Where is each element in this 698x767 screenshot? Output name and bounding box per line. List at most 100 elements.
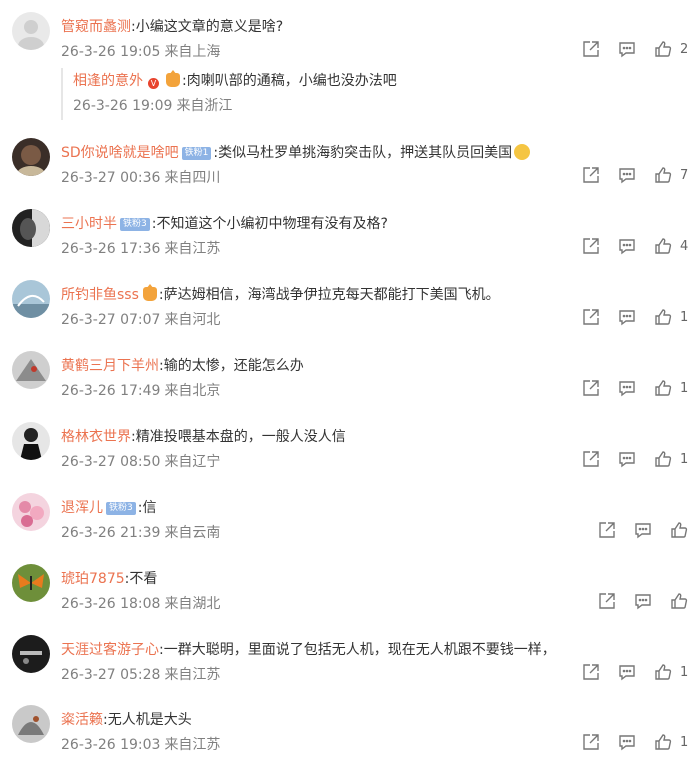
like-icon: [655, 41, 672, 57]
vip-crown-icon: [142, 284, 157, 301]
comment-button[interactable]: [618, 450, 638, 470]
avatar[interactable]: [12, 422, 50, 460]
comment-item: 格林衣世界:精准投喂基本盘的，一般人没人信 26-3-27 08:50 来自辽宁 …: [0, 422, 698, 493]
avatar[interactable]: [12, 12, 50, 50]
username-link[interactable]: 三小时半: [61, 216, 117, 232]
comment-date: 26-3-26 19:05: [61, 44, 161, 60]
comment-date: 26-3-27 07:07: [61, 312, 161, 328]
username-link[interactable]: 琥珀7875: [61, 571, 125, 587]
comment-button[interactable]: [618, 166, 638, 186]
share-button[interactable]: [582, 40, 602, 60]
like-button[interactable]: [654, 379, 674, 399]
username-link[interactable]: 黄鹤三月下羊州: [61, 358, 159, 374]
like-button[interactable]: [670, 521, 690, 541]
comment-meta: 26-3-26 17:49 来自北京: [61, 381, 220, 401]
comment-meta: 26-3-26 19:03 来自江苏: [61, 735, 220, 755]
avatar[interactable]: [12, 705, 50, 743]
comment-location: 来自河北: [164, 312, 221, 328]
comment-button[interactable]: [618, 237, 638, 257]
comment-button[interactable]: [634, 592, 654, 612]
share-button[interactable]: [582, 308, 602, 328]
comment-button[interactable]: [618, 379, 638, 399]
comment-text: :不看: [124, 571, 158, 587]
comment-text: :萨达姆相信，海湾战争伊拉克每天都能打下美国飞机。: [158, 287, 500, 303]
share-button[interactable]: [582, 379, 602, 399]
comment-location: 来自江苏: [164, 737, 221, 753]
comment-button[interactable]: [618, 733, 638, 753]
comment-meta: 26-3-27 08:50 来自辽宁: [61, 452, 220, 472]
like-count: 2: [680, 42, 689, 57]
like-icon: [671, 593, 688, 609]
comment-button[interactable]: [618, 40, 638, 60]
like-button[interactable]: [654, 450, 674, 470]
comment-location: 来自上海: [164, 44, 221, 60]
like-button[interactable]: [654, 166, 674, 186]
comment-icon: [619, 168, 635, 184]
comment-button[interactable]: [618, 663, 638, 683]
comment-meta: 26-3-27 00:36 来自四川: [61, 168, 220, 188]
like-button[interactable]: [654, 237, 674, 257]
share-icon: [599, 593, 615, 609]
like-icon: [655, 451, 672, 467]
comment-date: 26-3-27 08:50: [61, 454, 161, 470]
comment-text: :信: [137, 500, 157, 516]
share-icon: [583, 41, 599, 57]
like-button[interactable]: [654, 663, 674, 683]
share-button[interactable]: [582, 237, 602, 257]
avatar[interactable]: [12, 564, 50, 602]
username-link[interactable]: 天涯过客游子心: [61, 642, 159, 658]
like-button[interactable]: [654, 308, 674, 328]
like-button[interactable]: [654, 40, 674, 60]
like-button[interactable]: [654, 733, 674, 753]
share-button[interactable]: [598, 592, 618, 612]
comment-item: 所钓非鱼sss :萨达姆相信，海湾战争伊拉克每天都能打下美国飞机。 26-3-27…: [0, 280, 698, 351]
username-link[interactable]: 所钓非鱼sss: [61, 287, 139, 303]
username-link[interactable]: 管窥而蠡测: [61, 19, 131, 35]
comment-location: 来自辽宁: [164, 454, 221, 470]
comment-icon: [619, 239, 635, 255]
avatar[interactable]: [12, 209, 50, 247]
comment-location: 来自四川: [164, 170, 221, 186]
username-link[interactable]: 粢活籁: [61, 712, 103, 728]
share-icon: [583, 309, 599, 325]
share-button[interactable]: [582, 663, 602, 683]
fan-badge: 铁粉1: [181, 147, 212, 160]
comment-location: 来自云南: [164, 525, 221, 541]
share-icon: [583, 380, 599, 396]
emoji-icon: [514, 144, 531, 160]
comment-button[interactable]: [634, 521, 654, 541]
like-button[interactable]: [670, 592, 690, 612]
vip-crown-icon: [166, 70, 180, 87]
avatar[interactable]: [12, 138, 50, 176]
comment-text: :一群大聪明，里面说了包括无人机，现在无人机跟不要钱一样，: [159, 642, 556, 658]
comment-meta: 26-3-27 05:28 来自江苏: [61, 665, 220, 685]
avatar[interactable]: [12, 280, 50, 318]
comment-item: 黄鹤三月下羊州:输的太惨，还能怎么办 26-3-26 17:49 来自北京 1: [0, 351, 698, 422]
comment-button[interactable]: [618, 308, 638, 328]
comment-location: 来自江苏: [164, 241, 221, 257]
comment-date: 26-3-26 19:03: [61, 737, 161, 753]
reply-username-link[interactable]: 相逢的意外: [73, 73, 143, 89]
fan-badge: 铁粉3: [120, 218, 150, 231]
comment-location: 来自湖北: [164, 596, 221, 612]
avatar[interactable]: [12, 493, 50, 531]
username-link[interactable]: 退浑儿: [61, 500, 103, 516]
comment-item: 退浑儿 铁粉3:信 26-3-26 21:39 来自云南: [0, 493, 698, 564]
comment-meta: 26-3-26 21:39 来自云南: [61, 523, 220, 543]
comment-item: 三小时半 铁粉3:不知道这个小编初中物理有没有及格? 26-3-26 17:36 来…: [0, 209, 698, 280]
avatar[interactable]: [12, 351, 50, 389]
username-link[interactable]: 格林衣世界: [61, 429, 131, 445]
share-button[interactable]: [582, 733, 602, 753]
share-button[interactable]: [582, 450, 602, 470]
username-link[interactable]: SD你说啥就是啥吧: [61, 145, 179, 161]
share-button[interactable]: [582, 166, 602, 186]
share-icon: [599, 522, 615, 538]
comment-date: 26-3-26 21:39: [61, 525, 161, 541]
avatar[interactable]: [12, 635, 50, 673]
comment-text: :小编这文章的意义是啥?: [131, 19, 284, 35]
share-button[interactable]: [598, 521, 618, 541]
reply-item: 相逢的意外 V:肉喇叭部的通稿，小编也没办法吧 26-3-26 19:09 来自浙江: [61, 68, 423, 120]
like-count: 1: [680, 665, 689, 680]
reply-location: 来自浙江: [176, 98, 233, 114]
fan-badge: 铁粉3: [106, 502, 136, 515]
